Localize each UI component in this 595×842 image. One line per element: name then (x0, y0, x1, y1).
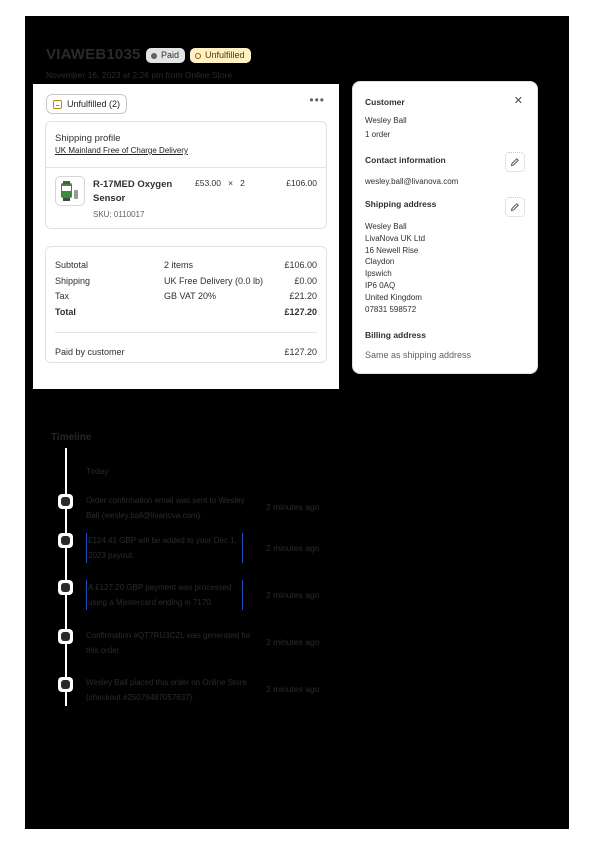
contact-heading: Contact information (365, 155, 446, 165)
oxygen-sensor-image (61, 181, 78, 201)
timeline-node (58, 494, 73, 509)
summary-value: £106.00 (284, 260, 317, 270)
pencil-icon (510, 203, 519, 212)
customer-name[interactable]: Wesley Ball (365, 116, 407, 125)
summary-row-tax: Tax GB VAT 20% £21.20 (55, 291, 317, 303)
timeline-node (58, 629, 73, 644)
summary-value: £0.00 (294, 276, 317, 286)
package-icon (53, 99, 62, 109)
summary-row-total: Total £127.20 (55, 307, 317, 319)
timeline-node (58, 533, 73, 548)
fulfillment-card: Unfulfilled (2) ••• Shipping profile UK … (33, 84, 339, 389)
payment-summary: Subtotal 2 items £106.00 Shipping UK Fre… (45, 246, 327, 363)
customer-heading: Customer (365, 97, 405, 107)
unfulfilled-badge-label: Unfulfilled (205, 50, 245, 60)
product-sku: SKU: 0110017 (93, 210, 145, 219)
paid-by-customer-row: Paid by customer £127.20 (55, 347, 317, 359)
timeline-node (58, 580, 73, 595)
summary-label: Shipping (55, 276, 91, 286)
summary-row-subtotal: Subtotal 2 items £106.00 (55, 260, 317, 272)
summary-detail: GB VAT 20% (164, 291, 217, 301)
paid-badge-label: Paid (161, 50, 180, 60)
shipping-address-heading: Shipping address (365, 199, 437, 209)
timeline-event-time: 2 minutes ago (266, 684, 320, 694)
address-line: Wesley Ball (365, 222, 407, 231)
timeline-node (58, 677, 73, 692)
divider (55, 332, 317, 333)
address-line: United Kingdom (365, 292, 422, 302)
unfulfilled-chip[interactable]: Unfulfilled (2) (46, 94, 128, 114)
shipping-address: Wesley Ball LivaNova UK Ltd 16 Newell Ri… (365, 221, 425, 315)
customer-orders[interactable]: 1 order (365, 130, 390, 139)
timeline-event-time: 2 minutes ago (266, 590, 320, 600)
timeline-line (65, 448, 67, 706)
more-actions-button[interactable]: ••• (309, 93, 325, 107)
unfulfilled-badge: Unfulfilled (190, 48, 251, 63)
summary-row-shipping: Shipping UK Free Delivery (0.0 lb) £0.00 (55, 276, 317, 288)
product-name[interactable]: R-17MED Oxygen Sensor (93, 178, 183, 206)
close-icon[interactable]: ✕ (514, 94, 523, 107)
address-line: LivaNova UK Ltd (365, 233, 426, 243)
customer-card: Customer ✕ Wesley Ball 1 order Contact i… (352, 81, 538, 374)
edit-shipping-button[interactable] (505, 197, 525, 217)
billing-address-text: Same as shipping address (365, 350, 472, 360)
address-line: IP6 0AQ (365, 280, 396, 290)
shipping-profile-link[interactable]: UK Mainland Free of Charge Delivery (55, 146, 188, 155)
timeline-event-text[interactable]: £124.41 GBP will be added to your Dec 1,… (86, 533, 243, 563)
divider (46, 167, 326, 168)
product-thumbnail[interactable] (55, 176, 85, 206)
timeline-event-time: 2 minutes ago (266, 502, 320, 512)
shipping-section: Shipping profile UK Mainland Free of Cha… (45, 121, 327, 229)
address-line: 07831 598572 (365, 304, 417, 314)
shipping-profile-label: Shipping profile (55, 133, 121, 144)
unfulfilled-dot-icon (195, 52, 201, 59)
timeline-event-text[interactable]: A £127.20 GBP payment was processed usin… (86, 580, 243, 610)
summary-label: Tax (55, 291, 70, 301)
timeline-event-text: Confirmation #QT7RU3CZL was generated fo… (86, 631, 251, 655)
timeline-event-text: Order confirmation email was sent to Wes… (86, 496, 245, 520)
edit-contact-button[interactable] (505, 152, 525, 172)
price-quantity: £53.00 × 2 (195, 178, 245, 188)
summary-label: Total (55, 307, 76, 317)
paid-by-customer-label: Paid by customer (55, 347, 125, 357)
timeline-event-time: 2 minutes ago (266, 543, 320, 553)
customer-email[interactable]: wesley.ball@livanova.com (365, 177, 458, 186)
address-line: 16 Newell Rise (365, 245, 419, 255)
unfulfilled-chip-label: Unfulfilled (2) (67, 99, 121, 109)
summary-detail: UK Free Delivery (0.0 lb) (164, 276, 264, 286)
billing-address-heading: Billing address (365, 330, 426, 340)
address-line: Ipswich (365, 269, 392, 279)
summary-detail: 2 items (164, 260, 194, 270)
timeline-day-label: Today (86, 466, 109, 476)
summary-value: £21.20 (289, 291, 317, 301)
timeline-event-time: 2 minutes ago (266, 637, 320, 647)
address-line: Claydon (365, 257, 395, 267)
summary-label: Subtotal (55, 260, 89, 270)
summary-value: £127.20 (284, 307, 317, 317)
timeline-event-text: Wesley Ball placed this order on Online … (86, 678, 247, 702)
line-total: £106.00 (286, 178, 317, 188)
pencil-icon (510, 158, 519, 167)
order-title: VIAWEB1035 (46, 46, 141, 63)
order-subtitle: November 16, 2023 at 2:26 pm from Online… (46, 70, 233, 80)
paid-dot-icon (151, 52, 157, 59)
paid-badge: Paid (146, 48, 186, 63)
timeline-heading: Timeline (51, 432, 92, 443)
paid-by-customer-value: £127.20 (284, 347, 317, 357)
